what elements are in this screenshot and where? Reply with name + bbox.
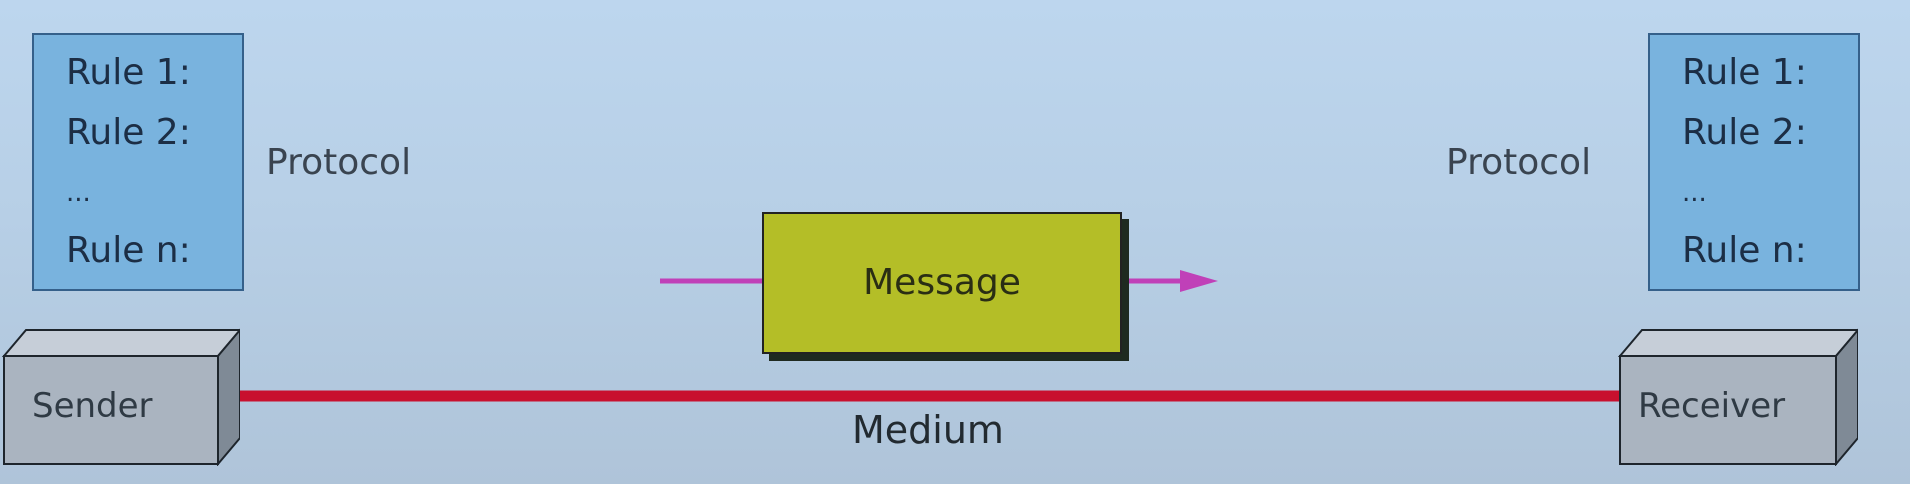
message-box: Message: [762, 212, 1122, 354]
communication-diagram: Rule 1: Rule 2: ... Rule n: Protocol Rul…: [0, 0, 1910, 484]
sender-label: Sender: [32, 386, 153, 426]
sender-protocol-rules: Rule 1: Rule 2: ... Rule n:: [32, 33, 244, 291]
sender-rule-n: Rule n:: [66, 230, 191, 271]
sender-protocol-label: Protocol: [266, 142, 412, 183]
sender-rule-1: Rule 1:: [66, 52, 191, 93]
receiver-protocol-rules: Rule 1: Rule 2: ... Rule n:: [1648, 33, 1860, 291]
receiver-label: Receiver: [1638, 386, 1786, 426]
sender-rule-2: Rule 2:: [66, 112, 191, 153]
receiver-rule-2: Rule 2:: [1682, 112, 1807, 153]
message-label: Message: [863, 262, 1021, 303]
sender-device: Sender: [0, 326, 240, 466]
receiver-device: Receiver: [1618, 326, 1858, 466]
receiver-rule-ellipsis: ...: [1682, 178, 1707, 208]
message-arrowhead: [1180, 270, 1218, 292]
receiver-rule-n: Rule n:: [1682, 230, 1807, 271]
receiver-protocol-label: Protocol: [1446, 142, 1592, 183]
medium-label: Medium: [852, 408, 1004, 452]
sender-rule-ellipsis: ...: [66, 178, 91, 208]
receiver-rule-1: Rule 1:: [1682, 52, 1807, 93]
